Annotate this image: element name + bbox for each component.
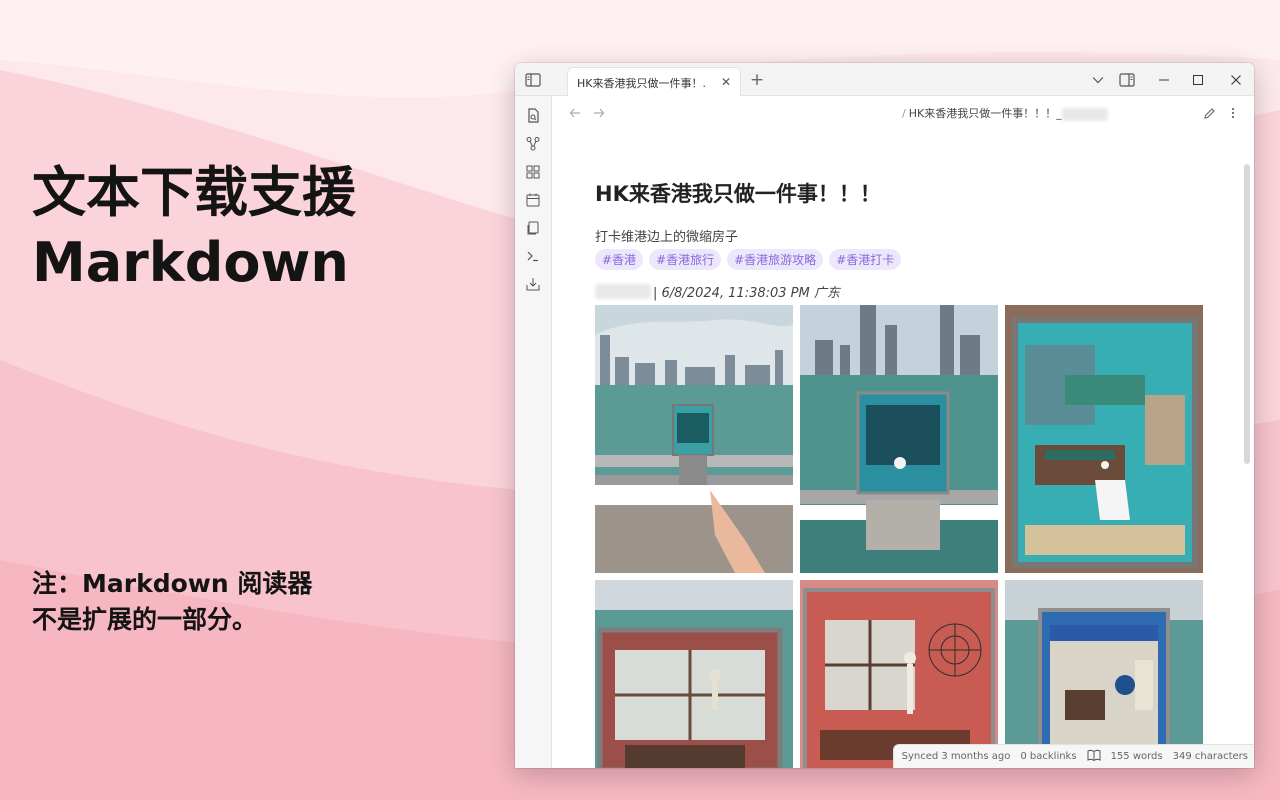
photo-halloween-window[interactable]	[595, 580, 793, 768]
graph-view-icon[interactable]	[524, 135, 542, 153]
tag[interactable]: #香港旅游攻略	[727, 249, 824, 270]
import-icon[interactable]	[524, 275, 542, 293]
tag[interactable]: #香港旅行	[649, 249, 722, 270]
terminal-icon[interactable]	[524, 247, 542, 265]
sync-status[interactable]: Synced 3 months ago	[902, 751, 1011, 762]
promo-note-line2: 不是扩展的一部分。	[32, 605, 258, 634]
more-options-icon[interactable]	[1224, 104, 1242, 122]
back-arrow-icon[interactable]	[566, 104, 584, 122]
document-subtitle: 打卡维港边上的微缩房子	[595, 230, 739, 245]
promo-title-line2: Markdown	[32, 231, 349, 294]
view-header: / HK来香港我只做一件事！！！_	[552, 96, 1254, 130]
status-bar: Synced 3 months ago 0 backlinks 155 word…	[892, 744, 1254, 768]
promo-note-line1: 注：Markdown 阅读器	[32, 569, 313, 598]
left-ribbon	[515, 96, 552, 768]
character-count: 349 characters	[1172, 751, 1248, 762]
edit-pencil-icon[interactable]	[1200, 104, 1218, 122]
word-count: 155 words	[1110, 751, 1163, 762]
title-bar: HK来香港我只做一件事！... ✕ +	[515, 63, 1254, 97]
sidebar-toggle-icon[interactable]	[523, 63, 543, 96]
tab-close-icon[interactable]: ✕	[718, 73, 734, 91]
new-tab-button[interactable]: +	[747, 63, 767, 96]
templates-icon[interactable]	[524, 219, 542, 237]
close-window-button[interactable]	[1221, 63, 1251, 96]
minimize-button[interactable]	[1149, 63, 1179, 96]
tab-label: HK来香港我只做一件事！...	[577, 76, 707, 90]
backlinks-count[interactable]: 0 backlinks	[1020, 751, 1076, 762]
calendar-icon[interactable]	[524, 191, 542, 209]
document-content: HK来香港我只做一件事！！！ 打卡维港边上的微缩房子 #香港 #香港旅行 #香港…	[595, 176, 1205, 301]
scrollbar[interactable]	[1244, 164, 1250, 464]
meta-timestamp: | 6/8/2024, 11:38:03 PM 广东	[653, 286, 840, 301]
document-meta: | 6/8/2024, 11:38:03 PM 广东	[595, 282, 1205, 301]
tab-document[interactable]: HK来香港我只做一件事！... ✕	[567, 67, 741, 97]
canvas-icon[interactable]	[524, 163, 542, 181]
photo-skeleton-room[interactable]	[800, 580, 998, 768]
blurred-author	[595, 284, 651, 299]
split-view-icon[interactable]	[1117, 63, 1137, 96]
tag[interactable]: #香港	[595, 249, 644, 270]
promo-note: 注：Markdown 阅读器 不是扩展的一部分。	[32, 566, 312, 638]
open-quick-switcher-icon[interactable]	[524, 107, 542, 125]
document-title: HK来香港我只做一件事！！！	[595, 182, 881, 206]
breadcrumb-separator: /	[902, 107, 906, 120]
tag[interactable]: #香港打卡	[829, 249, 902, 270]
forward-arrow-icon[interactable]	[590, 104, 608, 122]
photo-room-closeup[interactable]	[1005, 305, 1203, 573]
app-window: HK来香港我只做一件事！... ✕ + / HK来香港我只做一件事！！！_ HK…	[515, 63, 1254, 768]
chevron-down-icon[interactable]	[1089, 63, 1107, 96]
reading-mode-icon[interactable]	[1087, 749, 1101, 764]
photo-harbor-pointing[interactable]	[595, 305, 793, 573]
maximize-button[interactable]	[1183, 63, 1213, 96]
editor-pane: / HK来香港我只做一件事！！！_ HK来香港我只做一件事！！！ 打卡维港边上的微…	[552, 96, 1254, 768]
promo-title-line1: 文本下载支援	[32, 161, 356, 224]
photo-harbor-box[interactable]	[800, 305, 998, 573]
blurred-text	[1061, 107, 1108, 121]
promo-title: 文本下载支援 Markdown	[32, 158, 356, 298]
breadcrumb-current[interactable]: HK来香港我只做一件事！！！_	[909, 107, 1062, 120]
tag-list: #香港 #香港旅行 #香港旅游攻略 #香港打卡	[595, 249, 1205, 270]
photo-blue-curtain[interactable]	[1005, 580, 1203, 768]
breadcrumb: / HK来香港我只做一件事！！！_	[902, 105, 1108, 121]
